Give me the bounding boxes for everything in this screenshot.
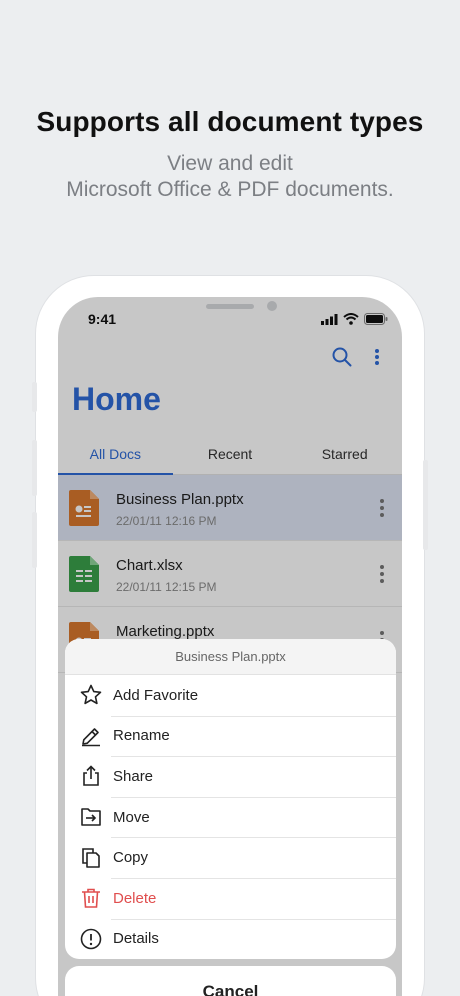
share-icon [83, 765, 99, 787]
phone-side-button [32, 382, 37, 412]
share-label: Share [113, 767, 154, 785]
phone-volume-down [32, 512, 37, 568]
phone-volume-up [32, 440, 37, 496]
delete-label: Delete [113, 889, 157, 907]
trash-icon [82, 888, 100, 909]
copy-label: Copy [113, 849, 149, 867]
phone-power-button [423, 460, 428, 550]
star-icon [80, 684, 102, 705]
move-label: Move [113, 808, 150, 826]
action-sheet: Business Plan.pptx Add Favorite Rename S… [65, 639, 396, 959]
promo-subline-2: Microsoft Office & PDF documents. [66, 178, 394, 201]
add-favorite-button[interactable]: Add Favorite [65, 675, 396, 716]
info-icon [80, 928, 102, 950]
promo-headline: Supports all document types [36, 106, 424, 137]
copy-button[interactable]: Copy [65, 837, 396, 878]
details-label: Details [113, 930, 159, 948]
rename-button[interactable]: Rename [65, 715, 396, 757]
add-favorite-label: Add Favorite [113, 686, 199, 704]
copy-icon [82, 847, 100, 868]
promo-subline-1: View and edit [167, 152, 293, 175]
share-button[interactable]: Share [65, 756, 396, 797]
move-button[interactable]: Move [65, 796, 396, 838]
details-button[interactable]: Details [65, 918, 396, 959]
delete-button[interactable]: Delete [65, 877, 396, 919]
rename-label: Rename [113, 727, 170, 745]
pencil-icon [82, 728, 100, 747]
action-sheet-title: Business Plan.pptx [65, 639, 396, 675]
move-folder-icon [81, 808, 101, 826]
cancel-button[interactable]: Cancel [65, 966, 396, 996]
